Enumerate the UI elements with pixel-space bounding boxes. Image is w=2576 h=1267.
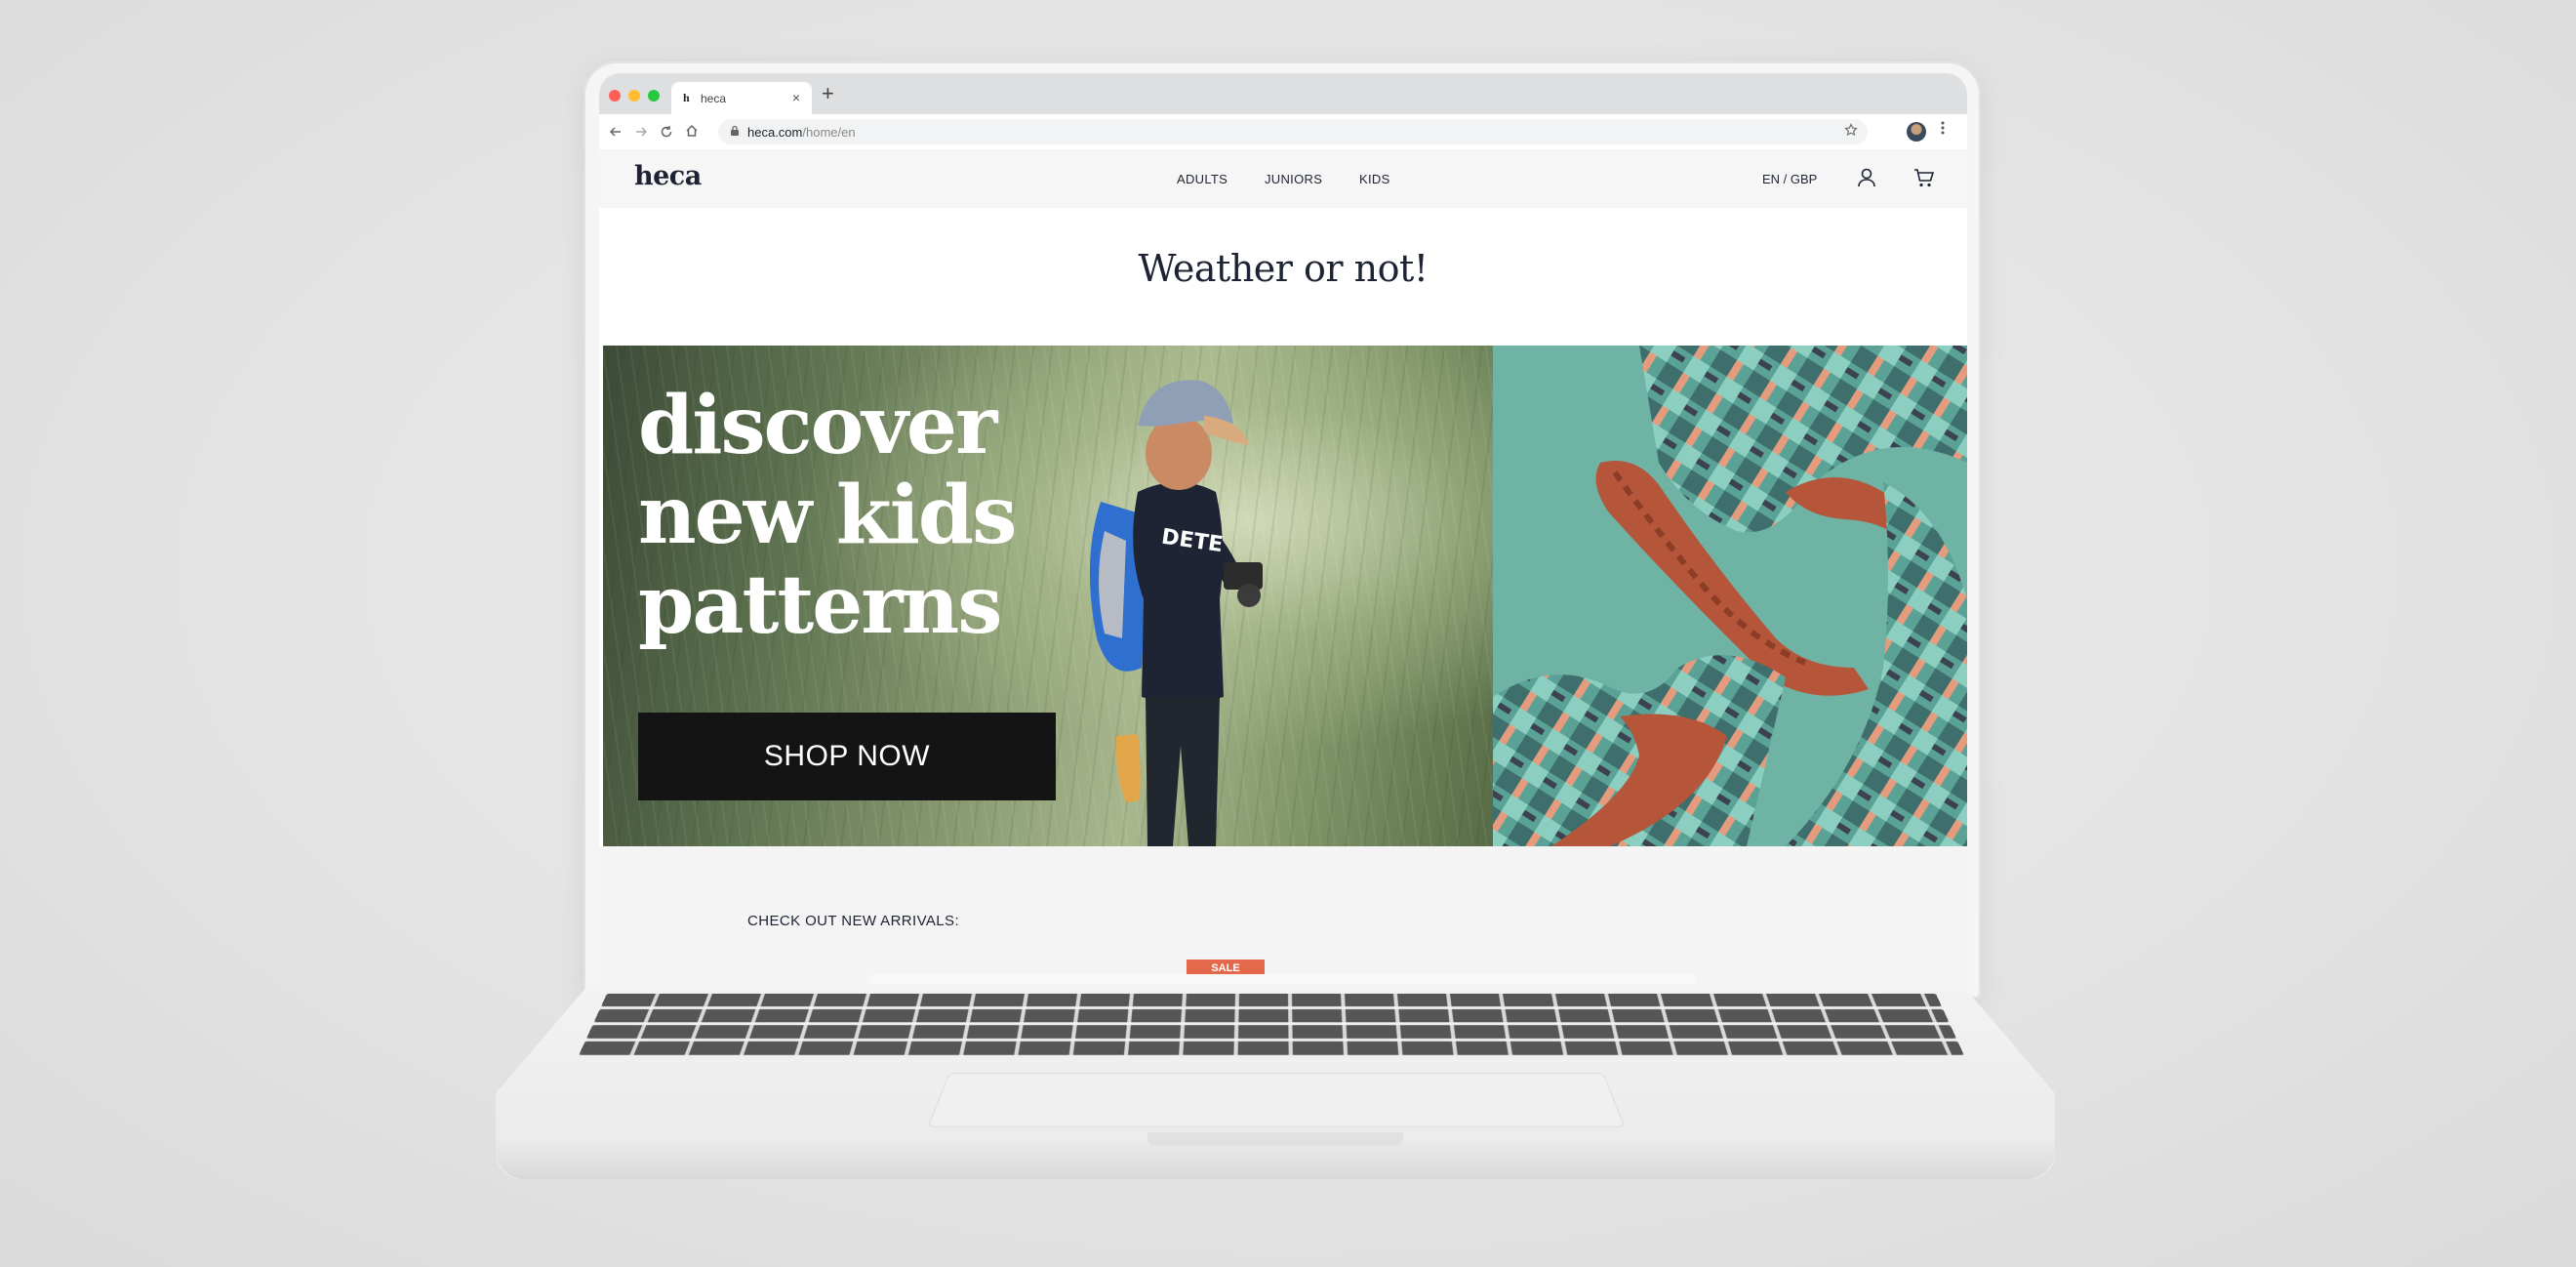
sale-badge: SALE [1187, 960, 1265, 975]
hero-title: discover new kids patterns [638, 381, 1126, 650]
new-arrivals-label: CHECK OUT NEW ARRIVALS: [747, 913, 959, 929]
site-header: heca ADULTS JUNIORS KIDS EN / GBP [599, 149, 1967, 208]
url-text: heca.com/home/en [747, 125, 856, 140]
hero-title-line-3: patterns [638, 560, 1126, 650]
minimize-window-button[interactable] [628, 90, 640, 102]
profile-avatar-icon[interactable] [1907, 122, 1926, 142]
rain-boots-image [1493, 346, 1967, 846]
hero-banner[interactable]: DETE discover new kids patterns SHOP NOW [603, 346, 1497, 846]
address-bar[interactable]: heca.com/home/en [718, 119, 1868, 144]
laptop-screen: h heca × + heca.com/home/en heca ADULTS … [599, 73, 1967, 991]
close-window-button[interactable] [609, 90, 621, 102]
nav-item-adults[interactable]: ADULTS [1177, 172, 1228, 186]
browser-tab[interactable]: h heca × [671, 82, 812, 114]
new-tab-icon[interactable]: + [822, 81, 834, 106]
bookmark-star-icon[interactable] [1844, 123, 1858, 141]
nav-item-juniors[interactable]: JUNIORS [1265, 172, 1322, 186]
browser-toolbar: heca.com/home/en [599, 114, 1967, 150]
cart-icon[interactable] [1912, 166, 1936, 189]
lock-icon [730, 125, 740, 140]
close-tab-icon[interactable]: × [792, 90, 800, 105]
trackpad [928, 1073, 1626, 1126]
boots-banner[interactable] [1493, 346, 1967, 846]
shop-now-button[interactable]: SHOP NOW [638, 713, 1056, 800]
browser-tab-bar: h heca × + [599, 73, 1967, 114]
maximize-window-button[interactable] [648, 90, 660, 102]
new-arrivals-section: CHECK OUT NEW ARRIVALS: SALE [599, 846, 1967, 991]
url-domain: heca.com [747, 125, 802, 140]
url-path: /home/en [802, 125, 855, 140]
favicon-icon: h [683, 91, 690, 105]
forward-arrow-icon[interactable] [634, 125, 648, 139]
lid-opening-notch [1147, 1132, 1403, 1146]
heca-logo[interactable]: heca [634, 161, 702, 191]
keyboard-row [579, 1042, 1964, 1055]
page-headline: Weather or not! [599, 247, 1967, 290]
hero-title-line-2: new kids [638, 470, 1126, 560]
nav-item-kids[interactable]: KIDS [1359, 172, 1390, 186]
browser-menu-icon[interactable] [1940, 120, 1946, 141]
reload-icon[interactable] [660, 125, 673, 139]
account-icon[interactable] [1856, 167, 1877, 190]
keyboard-row [586, 1025, 1956, 1039]
keyboard-row [601, 994, 1942, 1006]
locale-selector[interactable]: EN / GBP [1762, 172, 1817, 186]
keyboard [575, 994, 1968, 1064]
back-arrow-icon[interactable] [609, 125, 623, 139]
home-icon[interactable] [685, 124, 699, 138]
hero-title-line-1: discover [638, 381, 1126, 470]
keyboard-row [594, 1009, 1950, 1022]
tab-title: heca [701, 92, 726, 105]
